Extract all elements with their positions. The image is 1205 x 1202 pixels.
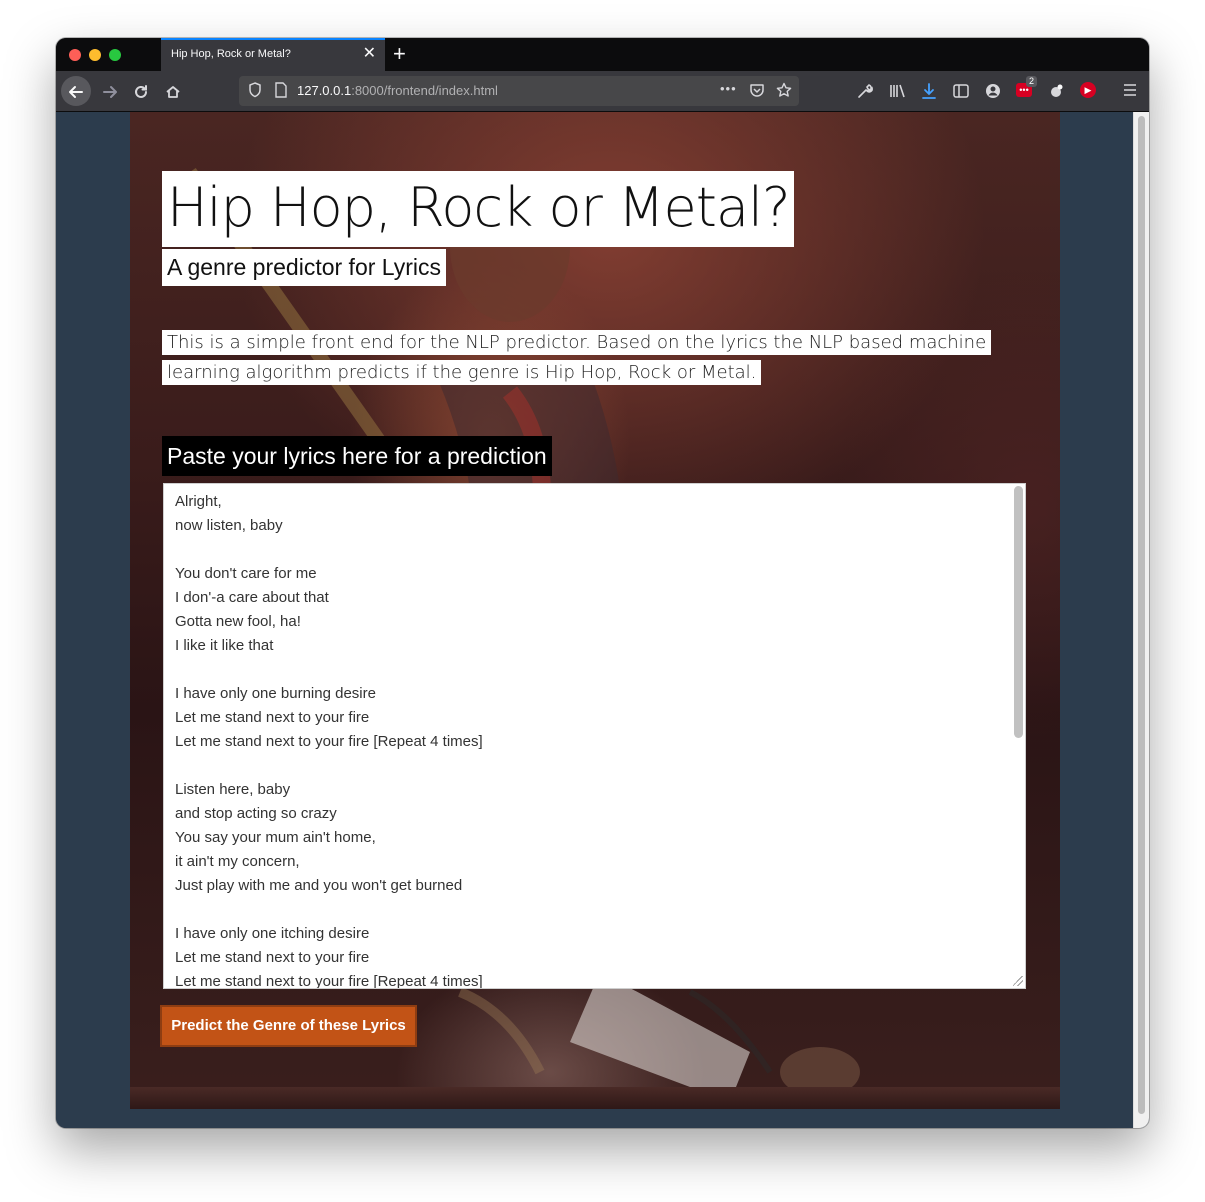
shield-icon[interactable]: [248, 82, 262, 101]
description-block: This is a simple front end for the NLP p…: [162, 328, 1007, 388]
pocket-icon[interactable]: [749, 82, 765, 101]
lyrics-prompt-heading: Paste your lyrics here for a prediction: [167, 443, 547, 469]
subtitle-box: A genre predictor for Lyrics: [162, 249, 446, 286]
more-actions-icon[interactable]: •••: [720, 81, 737, 96]
page-title: Hip Hop, Rock or Metal?: [167, 176, 791, 239]
page-subtitle: A genre predictor for Lyrics: [167, 254, 441, 280]
page-scrollbar[interactable]: [1133, 112, 1149, 1128]
url-path: :8000/frontend/index.html: [351, 83, 498, 98]
tab-bar: Hip Hop, Rock or Metal? ✕ +: [56, 38, 1149, 71]
reload-icon: [135, 84, 147, 98]
home-icon: [166, 85, 180, 98]
new-tab-button[interactable]: +: [393, 41, 406, 67]
maximize-window-button[interactable]: [109, 49, 121, 61]
tab-active[interactable]: Hip Hop, Rock or Metal? ✕: [161, 38, 385, 71]
hamburger-menu-icon[interactable]: [1122, 82, 1138, 102]
wrench-icon[interactable]: [856, 82, 874, 104]
extension-badge: 2: [1026, 76, 1038, 87]
download-icon[interactable]: [920, 82, 938, 104]
forward-button[interactable]: [96, 77, 124, 105]
page-scrollbar-thumb[interactable]: [1138, 116, 1145, 1114]
bookmark-star-icon[interactable]: [776, 82, 792, 101]
minimize-window-button[interactable]: [89, 49, 101, 61]
url-host: 127.0.0.1: [297, 83, 352, 98]
hero-bottom-strip: [130, 1087, 1060, 1109]
url-bar[interactable]: 127.0.0.1:8000/frontend/index.html •••: [239, 76, 799, 106]
back-button[interactable]: [61, 76, 91, 106]
lyrics-textarea[interactable]: Alright, now listen, baby You don't care…: [163, 483, 1026, 989]
resize-handle-icon[interactable]: [1013, 976, 1023, 986]
title-box: Hip Hop, Rock or Metal?: [162, 171, 794, 247]
lyrics-scrollbar[interactable]: [1014, 486, 1023, 738]
close-window-button[interactable]: [69, 49, 81, 61]
puzzle-extension-icon[interactable]: [1048, 82, 1066, 104]
tab-title: Hip Hop, Rock or Metal?: [171, 48, 291, 60]
description-text: This is a simple front end for the NLP p…: [162, 330, 992, 385]
url-text[interactable]: 127.0.0.1:8000/frontend/index.html: [297, 83, 498, 98]
account-icon[interactable]: [984, 82, 1002, 104]
sidebar-icon[interactable]: [952, 82, 970, 104]
lyrics-text[interactable]: Alright, now listen, baby You don't care…: [175, 490, 1005, 988]
close-tab-icon[interactable]: ✕: [363, 45, 376, 63]
library-icon[interactable]: [888, 82, 906, 104]
arrow-right-icon: [103, 85, 117, 98]
page-icon[interactable]: [275, 82, 287, 101]
predict-genre-button[interactable]: Predict the Genre of these Lyrics: [160, 1005, 417, 1047]
home-button[interactable]: [159, 77, 187, 105]
arrow-left-icon: [69, 85, 83, 98]
reload-button[interactable]: [127, 77, 155, 105]
nav-bar: 127.0.0.1:8000/frontend/index.html ••• •…: [56, 71, 1149, 112]
page-viewport: Hip Hop, Rock or Metal? A genre predicto…: [56, 112, 1149, 1128]
media-extension-icon[interactable]: ▶: [1080, 82, 1096, 98]
prompt-box: Paste your lyrics here for a prediction: [162, 436, 552, 476]
browser-window: Hip Hop, Rock or Metal? ✕ + 127.0.0.1:80…: [56, 38, 1149, 1128]
